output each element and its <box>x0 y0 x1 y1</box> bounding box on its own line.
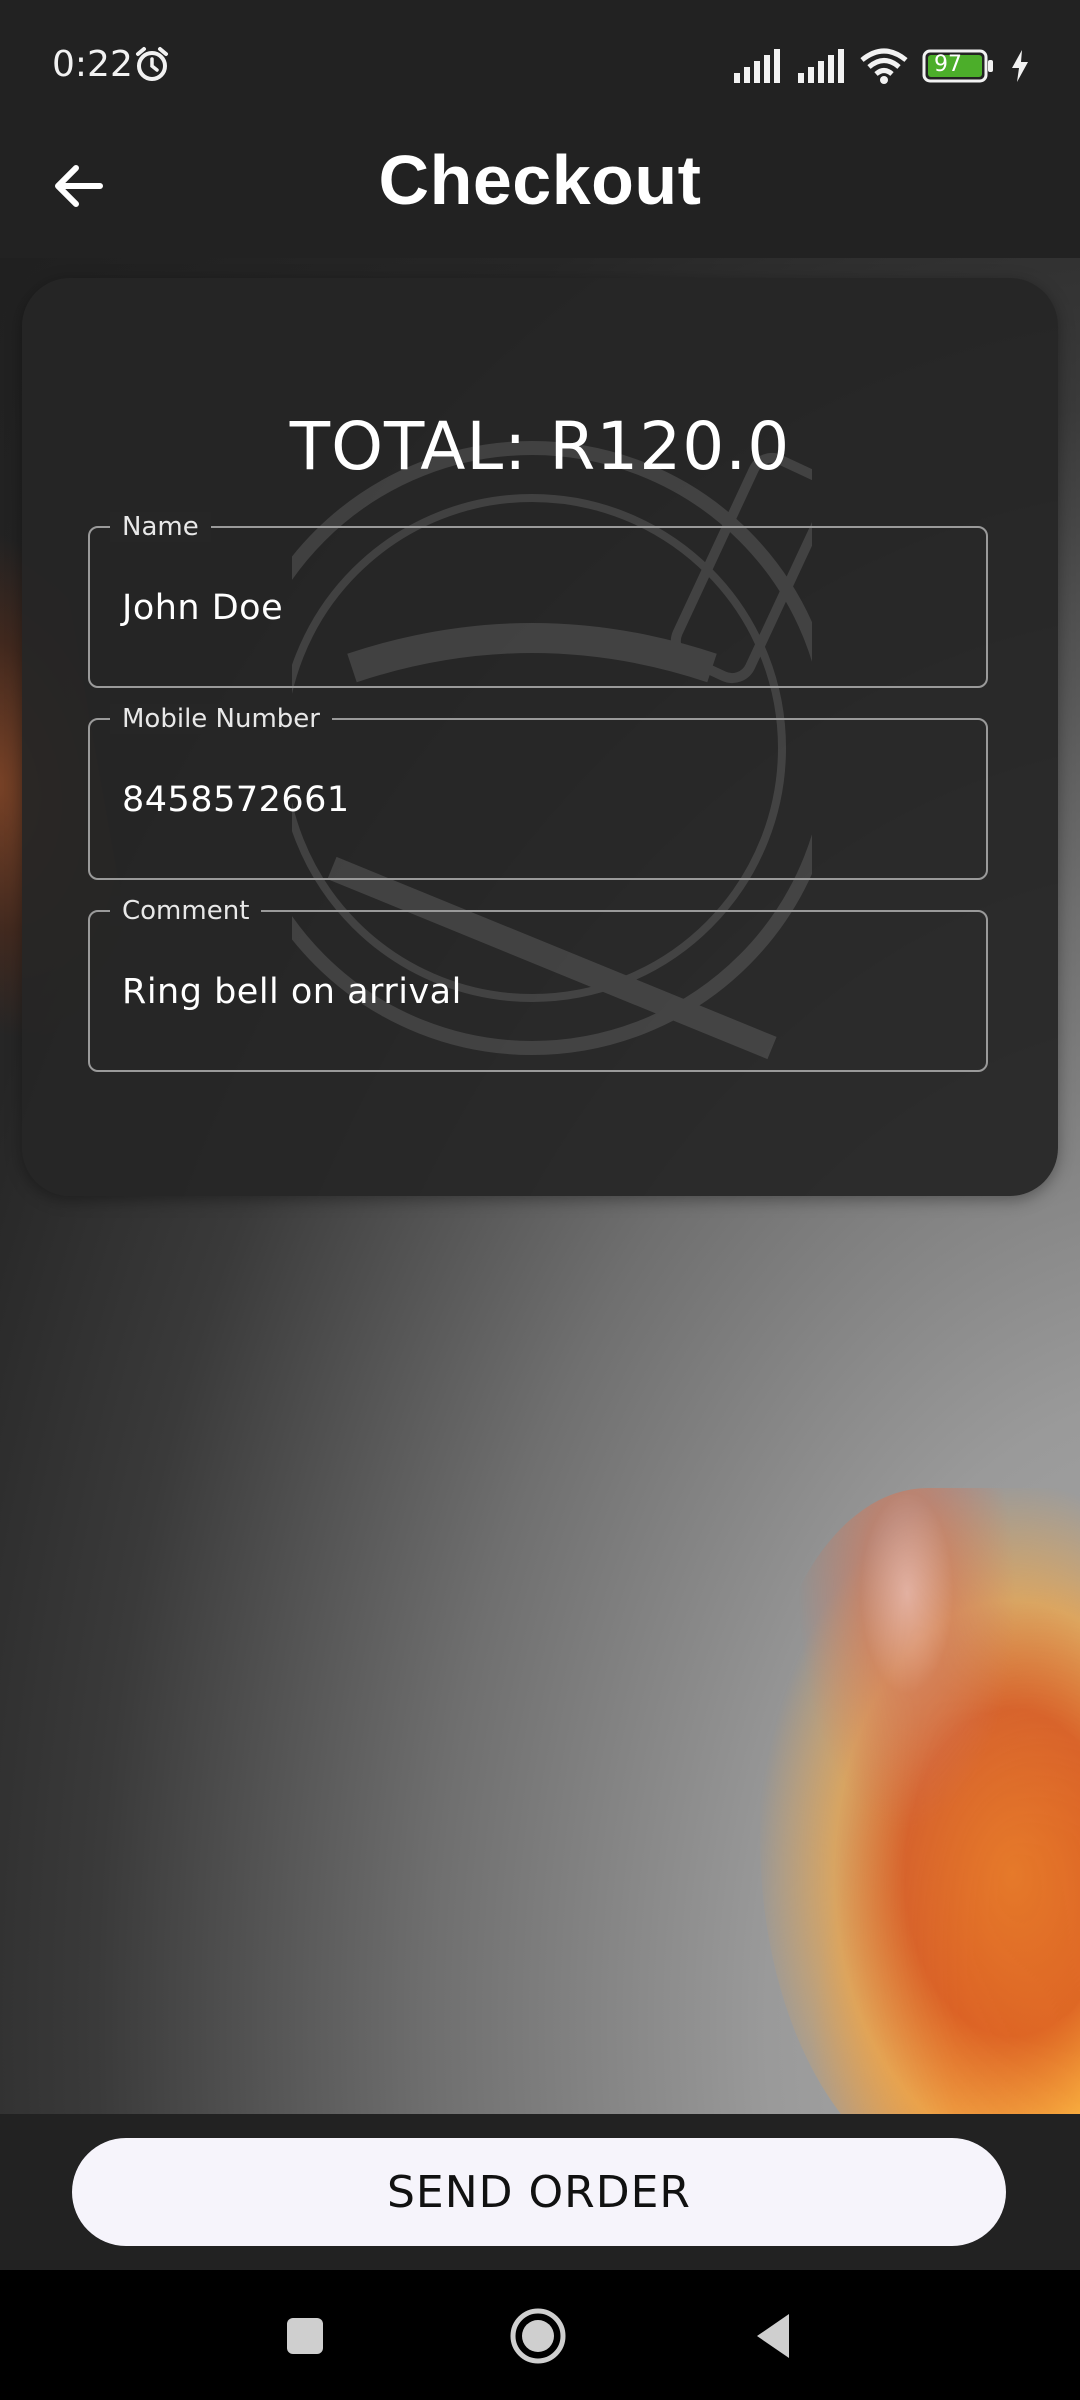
battery-level: 97 <box>934 52 962 77</box>
recents-square-icon[interactable] <box>275 2306 335 2366</box>
bottom-action-bar: SEND ORDER <box>0 2114 1080 2270</box>
home-circle-icon[interactable] <box>508 2306 568 2366</box>
alarm-icon <box>136 47 168 81</box>
mobile-number-field-label: Mobile Number <box>110 704 332 734</box>
system-nav-bar <box>0 2270 1080 2400</box>
status-icons: 97 <box>732 46 1030 86</box>
battery-icon: 97 <box>922 49 996 83</box>
signal-icon <box>734 49 780 83</box>
charging-icon <box>1012 50 1028 82</box>
page-title: Checkout <box>378 141 702 219</box>
wifi-icon <box>860 48 908 84</box>
name-field[interactable]: Name John Doe <box>88 512 988 688</box>
signal-icon <box>798 49 844 83</box>
name-field-value[interactable]: John Doe <box>122 588 283 628</box>
status-bar: 0:22 97 <box>0 0 1080 130</box>
comment-field-label: Comment <box>110 896 262 926</box>
comment-field[interactable]: Comment Ring bell on arrival <box>88 896 988 1072</box>
mobile-number-field[interactable]: Mobile Number 8458572661 <box>88 704 988 880</box>
mobile-number-field-value[interactable]: 8458572661 <box>122 780 350 820</box>
send-order-button[interactable]: SEND ORDER <box>72 2138 1006 2246</box>
status-time: 0:22 <box>52 44 133 85</box>
app-bar: Checkout <box>0 130 1080 258</box>
back-triangle-icon[interactable] <box>745 2306 805 2366</box>
checkout-card: TOTAL: R120.0 Name John Doe Mobile Numbe… <box>22 278 1058 1196</box>
flame-decoration-right <box>760 1488 1080 2114</box>
comment-field-value[interactable]: Ring bell on arrival <box>122 972 462 1012</box>
name-field-label: Name <box>110 512 211 542</box>
order-total: TOTAL: R120.0 <box>289 408 791 485</box>
